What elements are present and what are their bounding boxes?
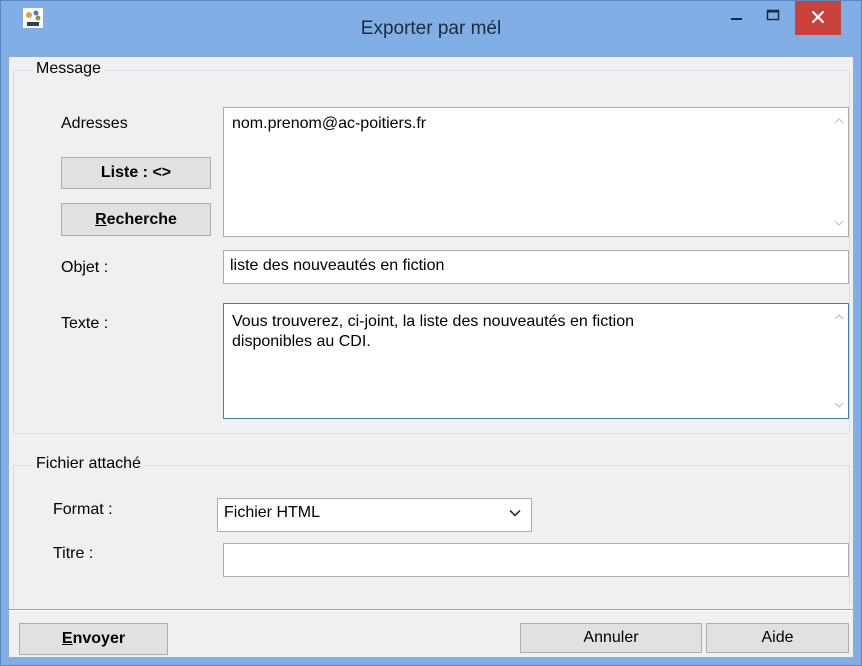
format-value: Fichier HTML [224,504,321,521]
attachment-group-border-right [849,465,850,605]
minimize-icon[interactable] [719,1,755,35]
list-button[interactable]: Liste : <> [61,157,211,189]
text-line-1: Vous trouverez, ci-joint, la liste des n… [232,313,634,330]
format-label: Format : [53,501,113,518]
subject-value: liste des nouveautés en fiction [230,257,445,274]
addresses-textarea[interactable]: nom.prenom@ac-poitiers.fr [223,107,849,237]
text-textarea[interactable]: Vous trouverez, ci-joint, la liste des n… [223,303,849,419]
addresses-label: Adresses [61,115,128,132]
message-group-border-left [13,70,14,433]
scroll-up-icon[interactable] [834,312,844,322]
message-group-border [13,70,849,71]
addresses-value: nom.prenom@ac-poitiers.fr [232,115,427,132]
title-input[interactable] [223,543,849,577]
search-button-label: echerche [106,210,177,228]
scroll-down-icon[interactable] [834,218,844,228]
cancel-button[interactable]: Annuler [520,623,702,653]
message-group-title: Message [33,60,104,78]
close-icon[interactable] [795,1,841,35]
chevron-down-icon[interactable] [509,508,521,518]
message-group-border-bottom [13,433,849,434]
format-select[interactable]: Fichier HTML [217,498,532,532]
text-line-2: disponibles au CDI. [232,333,371,350]
search-button[interactable]: Recherche [61,203,211,236]
dialog-body: Message Adresses nom.prenom@ac-poitiers.… [9,57,853,657]
send-button-label: nvoyer [72,630,126,647]
subject-label: Objet : [61,259,109,276]
subject-input[interactable]: liste des nouveautés en fiction [223,250,849,284]
send-button-mnemonic: E [61,630,73,647]
help-button[interactable]: Aide [706,623,849,653]
attachment-group-border-left [13,465,14,605]
search-button-mnemonic: R [95,210,107,228]
text-label: Texte : [61,315,109,332]
title-label: Titre : [53,545,94,562]
dialog-window: Exporter par mél Message Adresses nom.pr… [0,0,862,666]
message-group-border-right [849,70,850,433]
scroll-up-icon[interactable] [834,116,844,126]
send-button[interactable]: Envoyer [19,623,168,655]
maximize-icon[interactable] [755,1,791,35]
attachment-group-title: Fichier attaché [33,455,144,473]
footer-separator-highlight [9,610,853,611]
title-bar[interactable]: Exporter par mél [1,1,861,55]
scroll-down-icon[interactable] [834,400,844,410]
